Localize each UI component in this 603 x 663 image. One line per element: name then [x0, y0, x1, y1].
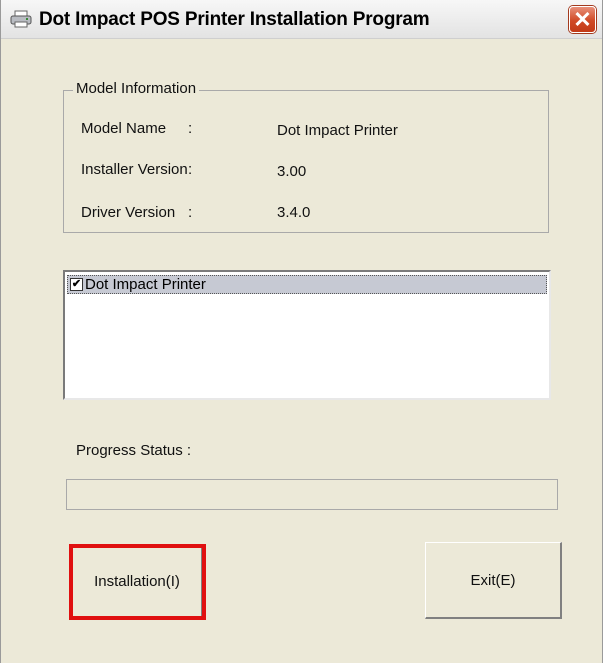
model-name-separator: :: [188, 120, 193, 137]
model-name-value: Dot Impact Printer: [277, 122, 398, 139]
close-button[interactable]: ✕: [569, 6, 596, 33]
installer-version-value: 3.00: [277, 163, 307, 180]
printer-checkbox[interactable]: ✔: [70, 278, 83, 291]
installation-button[interactable]: Installation(I): [72, 546, 203, 618]
driver-version-label: Driver Version: [81, 204, 176, 221]
driver-version-value: 3.4.0: [277, 204, 311, 221]
window-title: Dot Impact POS Printer Installation Prog…: [39, 9, 430, 30]
driver-version-separator: :: [188, 204, 193, 221]
printer-icon: [10, 10, 32, 28]
progress-bar: [66, 479, 558, 510]
installer-version-separator: :: [188, 161, 193, 178]
title-bar[interactable]: Dot Impact POS Printer Installation Prog…: [1, 0, 602, 39]
list-item[interactable]: ✔ Dot Impact Printer: [67, 275, 547, 294]
group-legend: Model Information: [73, 80, 200, 97]
printer-list[interactable]: ✔ Dot Impact Printer: [63, 270, 551, 400]
exit-button[interactable]: Exit(E): [425, 542, 562, 619]
list-item-label: Dot Impact Printer: [85, 276, 206, 293]
exit-button-label: Exit(E): [470, 571, 516, 589]
installer-window: Dot Impact POS Printer Installation Prog…: [0, 0, 603, 663]
installation-button-label: Installation(I): [94, 573, 180, 590]
model-name-label: Model Name: [81, 120, 167, 137]
close-icon: ✕: [573, 6, 592, 32]
progress-status-label: Progress Status :: [76, 442, 192, 459]
installer-version-label: Installer Version: [81, 161, 188, 178]
